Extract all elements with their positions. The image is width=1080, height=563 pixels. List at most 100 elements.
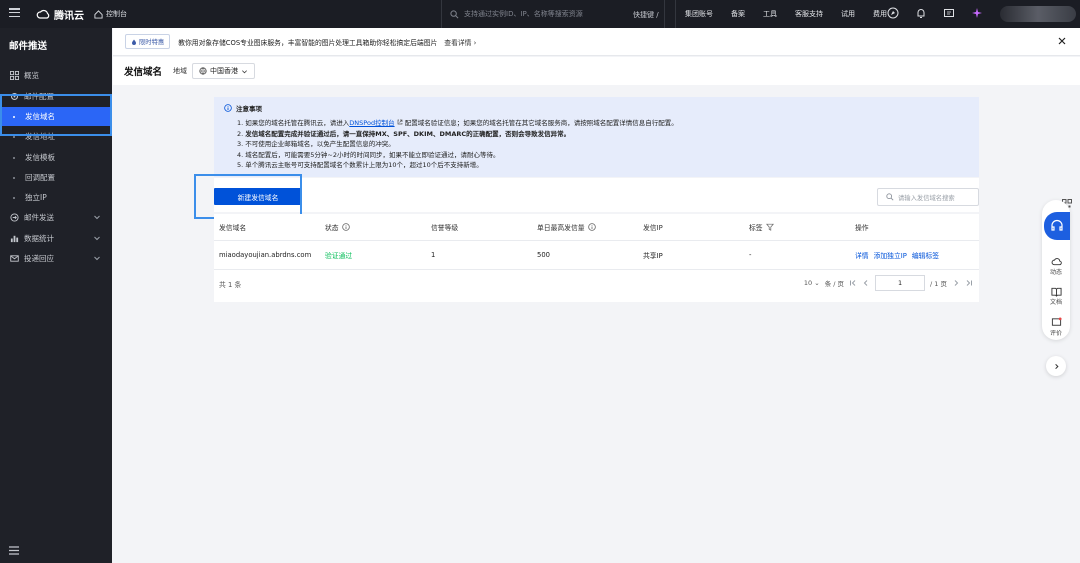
region-label: 地域 (173, 67, 188, 75)
sidebar-item-label: 独立IP (25, 193, 47, 202)
region-select[interactable]: 中国香港 (192, 63, 256, 79)
dnspod-console-link[interactable]: DNSPod控制台 (349, 119, 394, 127)
home-icon (94, 9, 103, 19)
sidebar-item-overview[interactable]: 概览 (0, 66, 112, 85)
nav-tools[interactable]: 工具 (754, 9, 786, 19)
compass-icon[interactable] (887, 7, 899, 19)
tip-item: 1. 如果您的域名托管在腾讯云，请进入DNSPod控制台 配置域名验证信息；如果… (237, 118, 678, 129)
sparkle-icon[interactable] (971, 7, 983, 19)
promo-more-link[interactable]: 查看详情 › (444, 37, 476, 47)
sidebar-item-label: 发信地址 (25, 132, 55, 141)
create-domain-button[interactable]: 新建发信域名 (214, 188, 302, 205)
next-page-icon[interactable] (952, 279, 960, 287)
edit-tag-link[interactable]: 编辑标签 (912, 250, 939, 260)
nav-support[interactable]: 客服支持 (786, 9, 832, 19)
sidebar-item-label: 邮件发送 (24, 213, 54, 222)
column-header-status: 状态 (325, 214, 350, 240)
sidebar-item-dedicated-ip[interactable]: 独立IP (0, 188, 112, 207)
column-header-tag-label: 标签 (749, 224, 763, 232)
filter-icon[interactable] (765, 223, 774, 231)
menu-icon[interactable] (9, 8, 20, 18)
first-page-icon[interactable] (849, 279, 857, 287)
prev-page-icon[interactable] (862, 279, 870, 287)
bullet-dot (13, 116, 15, 118)
info-icon (224, 104, 232, 112)
sidebar-item-label: 回调配置 (25, 173, 55, 182)
rail-label: 评价 (1049, 330, 1062, 337)
action-row: 新建发信域名 请输入发信域名搜索 (214, 178, 979, 212)
console-link[interactable]: 控制台 (94, 9, 127, 19)
nav-filing[interactable]: 备案 (722, 9, 754, 19)
page-total: / 1 页 (930, 280, 947, 288)
rail-expand-button[interactable] (1046, 356, 1066, 376)
detail-link[interactable]: 详情 (855, 250, 869, 260)
cell-reputation: 1 (431, 251, 436, 259)
close-icon[interactable] (1058, 37, 1066, 45)
top-icons (887, 7, 983, 19)
sidebar-item-mail-config[interactable]: 邮件配置 (0, 87, 112, 106)
bullet-dot (13, 157, 15, 159)
user-avatar[interactable] (1000, 6, 1076, 22)
page-size-value: 10 (803, 279, 813, 287)
promo-badge-label: 限时特惠 (139, 39, 165, 46)
gear-icon (10, 92, 19, 101)
external-link-icon (397, 119, 403, 125)
ticket-icon[interactable] (943, 7, 955, 19)
mail-icon (10, 255, 19, 262)
search-icon (450, 9, 459, 18)
column-header-status-label: 状态 (325, 224, 339, 232)
chevron-down-icon (94, 215, 100, 220)
sidebar-item-label: 概览 (24, 71, 39, 80)
sidebar-item-statistics[interactable]: 数据统计 (0, 229, 112, 248)
info-icon[interactable] (587, 223, 596, 231)
cell-ip: 共享IP (643, 252, 663, 260)
promo-notice: 限时特惠 教你用对象存储COS专业图床服务，丰富智能的图片处理工具箱助你轻松搞定… (113, 28, 1080, 56)
global-search-placeholder: 支持通过实例ID、IP、名称等搜索资源 (464, 10, 583, 18)
sidebar-item-send-mail[interactable]: 邮件发送 (0, 208, 112, 227)
chevron-down-icon (242, 69, 248, 73)
info-icon[interactable] (341, 223, 350, 231)
nav-group-account[interactable]: 集团账号 (676, 9, 722, 19)
console-label: 控制台 (106, 10, 127, 18)
top-nav: 集团账号 备案 工具 客服支持 试用 费用 (675, 0, 896, 28)
sidebar-item-sending-address[interactable]: 发信地址 (0, 127, 112, 146)
rail-item-news[interactable]: 动态 (1042, 256, 1070, 276)
bullet-dot (13, 177, 15, 179)
region-value: 中国香港 (210, 67, 239, 75)
chevron-down-icon (94, 256, 100, 261)
global-search[interactable]: 支持通过实例ID、IP、名称等搜索资源 (441, 0, 665, 28)
domain-table: 发信域名 状态 信誉等级 单日最高发信量 发信IP 标签 操作 miaodayo… (214, 214, 979, 302)
sidebar-item-label: 数据统计 (24, 234, 54, 243)
sidebar-item-sending-domain[interactable]: 发信域名 (0, 107, 112, 126)
domain-search-input[interactable]: 请输入发信域名搜索 (877, 188, 979, 206)
page-size-unit: 条 / 页 (824, 280, 845, 288)
add-dedicated-ip-link[interactable]: 添加独立IP (874, 250, 907, 260)
support-chat-button[interactable] (1044, 212, 1070, 240)
domain-search-placeholder: 请输入发信域名搜索 (898, 194, 955, 202)
status-badge: 验证通过 (325, 252, 353, 260)
tip-item: 5. 单个腾讯云主账号可支持配置域名个数累计上限为10个，超过10个后不支持新增… (237, 161, 483, 169)
drop-icon (132, 39, 136, 45)
page-size-select[interactable]: 10 ⌄ (804, 279, 820, 287)
rail-item-feedback[interactable]: 评价 (1042, 317, 1070, 337)
promo-more-label: 查看详情 (444, 38, 472, 47)
page-number-input[interactable]: 1 (875, 275, 926, 291)
table-row: miaodayoujian.abrdns.com 验证通过 1 500 共享IP… (214, 241, 979, 270)
globe-icon (199, 67, 207, 75)
cloud-logo-icon (36, 9, 50, 19)
promo-text: 教你用对象存储COS专业图床服务，丰富智能的图片处理工具箱助你轻松搞定后端图片 (178, 38, 438, 47)
bell-icon[interactable] (915, 7, 927, 19)
sidebar-item-callback[interactable]: 回调配置 (0, 168, 112, 187)
bullet-dot (13, 197, 15, 199)
page-header: 发信域名 地域 中国香港 (113, 57, 1080, 85)
brand-logo[interactable]: 腾讯云 (36, 7, 84, 22)
collapse-sidebar-icon[interactable] (9, 546, 19, 555)
rail-item-docs[interactable]: 文档 (1042, 286, 1070, 306)
sidebar-item-delivery-response[interactable]: 投递回应 (0, 249, 112, 268)
last-page-icon[interactable] (965, 279, 973, 287)
nav-trial[interactable]: 试用 (832, 9, 864, 19)
sidebar-item-template[interactable]: 发信模板 (0, 148, 112, 167)
column-header-ops: 操作 (855, 224, 869, 232)
tip-text: 1. 如果您的域名托管在腾讯云，请进入 (237, 119, 350, 127)
column-header-daily-max-label: 单日最高发信量 (537, 224, 585, 232)
